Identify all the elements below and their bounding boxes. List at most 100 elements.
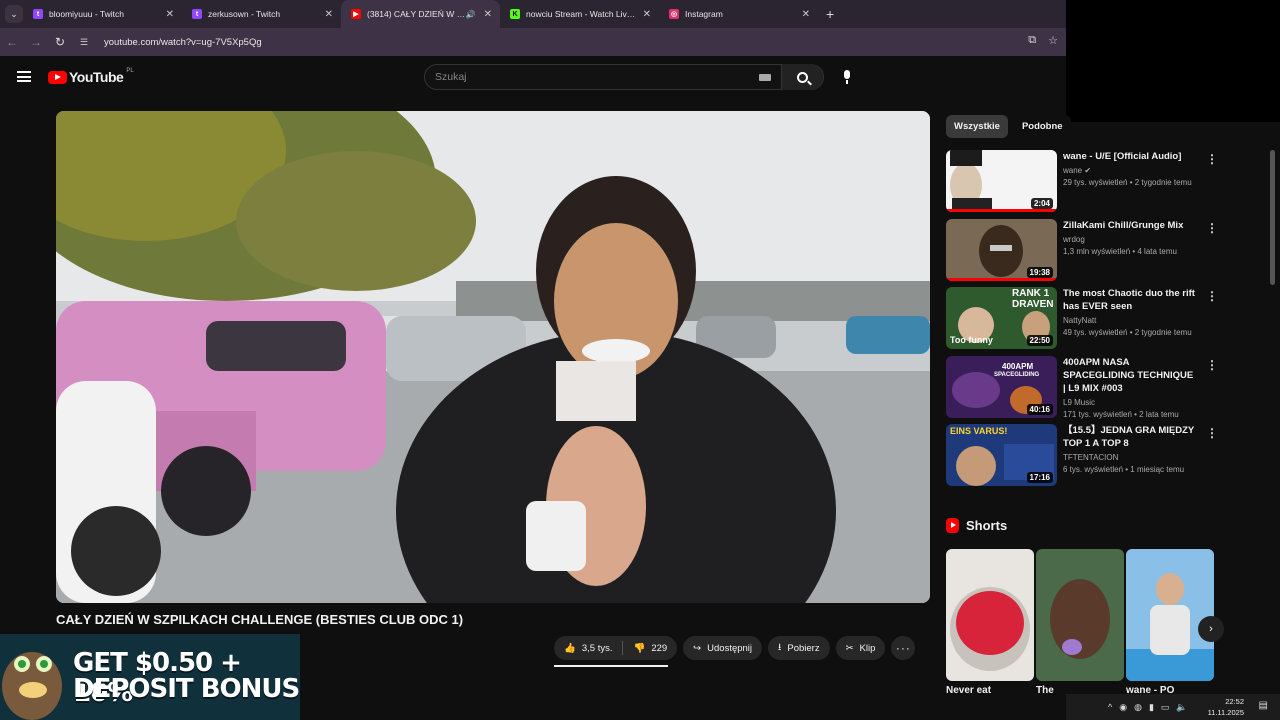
- url-field[interactable]: ☰ youtube.com/watch?v=ug-7V5Xp5Qg: [80, 31, 1066, 53]
- recommendation-item[interactable]: EINS VARUS! 17:16 【15.5】JEDNA GRA MIĘDZY…: [946, 424, 1221, 493]
- kick-icon: K: [510, 9, 520, 19]
- short-item[interactable]: [1036, 549, 1124, 681]
- kebab-menu-icon[interactable]: ⋮: [1206, 426, 1218, 440]
- shorts-icon: [946, 518, 959, 533]
- app-tray-icon[interactable]: ◍: [1134, 702, 1142, 713]
- bookmark-star-icon[interactable]: ☆: [1048, 34, 1058, 47]
- search-button[interactable]: [781, 64, 823, 90]
- rec-channel: TFTENTACION: [1063, 453, 1119, 462]
- kebab-menu-icon[interactable]: ⋮: [1206, 358, 1218, 372]
- microphone-icon[interactable]: [842, 70, 852, 84]
- video-thumbnail[interactable]: RANK 1 DRAVEN Too funny 22:50: [946, 287, 1057, 349]
- dislike-count: 229: [651, 642, 668, 654]
- twitch-icon: t: [33, 9, 43, 19]
- video-thumbnail[interactable]: 19:38: [946, 218, 1057, 281]
- thumbs-up-icon: 👍: [564, 642, 576, 654]
- share-label: Udostępnij: [707, 642, 753, 654]
- kebab-menu-icon[interactable]: ⋮: [1206, 289, 1218, 303]
- windows-taskbar: ^ ◉ ◍ ▮ ▭ 🔈 22:52 11.11.2025 ▤: [1066, 694, 1280, 720]
- recommendation-item[interactable]: 2:04 wane - U/E [Official Audio] wane ✔ …: [946, 150, 1221, 219]
- video-title: CAŁY DZIEŃ W SZPILKACH CHALLENGE (BESTIE…: [56, 612, 464, 627]
- chip-all[interactable]: Wszystkie: [946, 115, 1008, 138]
- network-icon[interactable]: ▭: [1161, 702, 1170, 713]
- tab-title: Instagram: [685, 9, 723, 19]
- clip-button[interactable]: ✂ Klip: [835, 636, 886, 660]
- speaker-icon[interactable]: 🔊: [466, 10, 476, 19]
- discord-icon[interactable]: ◉: [1119, 702, 1127, 713]
- short-item[interactable]: [946, 549, 1034, 681]
- rec-title: 400APM NASA SPACEGLIDING TECHNIQUE | L9 …: [1063, 356, 1194, 394]
- download-label: Pobierz: [787, 642, 820, 654]
- more-actions-button[interactable]: ···: [891, 636, 916, 660]
- video-thumbnail[interactable]: 400APM SPACEGLIDING 40:16: [946, 355, 1057, 418]
- tab[interactable]: K nowciu Stream - Watch Live on Kick ✕: [500, 0, 659, 28]
- video-player[interactable]: [56, 111, 930, 603]
- url-text: youtube.com/watch?v=ug-7V5Xp5Qg: [104, 36, 262, 48]
- short-thumbnail: [1126, 549, 1214, 681]
- tab-title: zerkusown - Twitch: [208, 9, 281, 19]
- site-info-icon[interactable]: ☰: [80, 37, 94, 48]
- short-item[interactable]: [1126, 549, 1214, 681]
- search-icon: [797, 71, 808, 83]
- kebab-menu-icon[interactable]: ⋮: [1206, 221, 1218, 235]
- tab-active[interactable]: ▶ (3814) CAŁY DZIEŃ W SZPILKACH CHALLENG…: [341, 0, 500, 28]
- duration: 2:04: [1030, 198, 1053, 209]
- video-thumbnail[interactable]: 2:04: [946, 150, 1057, 212]
- search-input[interactable]: Szukaj: [425, 71, 759, 83]
- rec-title: The most Chaotic duo the rift has EVER s…: [1063, 288, 1195, 312]
- back-icon[interactable]: ←: [0, 35, 24, 49]
- close-icon[interactable]: ✕: [484, 9, 492, 20]
- recommendation-item[interactable]: 400APM SPACEGLIDING 40:16 400APM NASA SP…: [946, 355, 1221, 425]
- install-icon[interactable]: ⧉: [1028, 34, 1036, 47]
- clock-date: 11.11.2025: [1207, 708, 1244, 717]
- tab[interactable]: ◎ Instagram ✕: [659, 0, 818, 28]
- tab-title: bloomiyuuu - Twitch: [49, 9, 124, 19]
- close-icon[interactable]: ✕: [643, 9, 651, 20]
- chevron-up-icon[interactable]: ^: [1108, 702, 1112, 713]
- forward-icon[interactable]: →: [24, 35, 48, 49]
- dislike-button[interactable]: 👎 229: [623, 643, 677, 654]
- microphone-icon[interactable]: ▮: [1149, 702, 1154, 713]
- volume-icon[interactable]: 🔈: [1176, 702, 1187, 713]
- reload-icon[interactable]: ↻: [48, 35, 72, 49]
- new-tab-button[interactable]: +: [826, 6, 834, 22]
- like-button[interactable]: 👍 3,5 tys.: [554, 643, 622, 654]
- rec-title: wane - U/E [Official Audio]: [1063, 151, 1182, 162]
- share-button[interactable]: ↪ Udostępnij: [683, 636, 763, 660]
- address-bar: ← → ↻ ☰ youtube.com/watch?v=ug-7V5Xp5Qg …: [0, 28, 1066, 56]
- short-caption: Never eat: [946, 685, 992, 696]
- close-icon[interactable]: ✕: [325, 9, 333, 20]
- recommendations-list: 2:04 wane - U/E [Official Audio] wane ✔ …: [946, 150, 1221, 493]
- watch-progress: [946, 209, 1057, 212]
- menu-icon[interactable]: [17, 71, 31, 82]
- rec-meta: 29 tys. wyświetleń • 2 tygodnie temu: [1063, 178, 1192, 187]
- logo-text: YouTube: [69, 69, 124, 85]
- rec-meta: 1,3 mln wyświetleń • 4 lata temu: [1063, 246, 1177, 256]
- clock[interactable]: 22:52 11.11.2025: [1208, 696, 1244, 718]
- youtube-logo[interactable]: YouTube PL: [48, 68, 134, 85]
- notification-icon[interactable]: ▤: [1259, 700, 1268, 711]
- tab[interactable]: t bloomiyuuu - Twitch ✕: [23, 0, 182, 28]
- shorts-next-button[interactable]: ›: [1198, 616, 1224, 642]
- recommendation-item[interactable]: 19:38 ZillaKami Chill/Grunge Mix wrdog 1…: [946, 218, 1221, 288]
- video-thumbnail[interactable]: EINS VARUS! 17:16: [946, 424, 1057, 486]
- download-button[interactable]: ⭳ Pobierz: [768, 636, 830, 660]
- scrollbar[interactable]: [1270, 150, 1275, 285]
- like-ratio-bar: [554, 665, 668, 667]
- close-icon[interactable]: ✕: [802, 9, 810, 20]
- tab[interactable]: t zerkusown - Twitch ✕: [182, 0, 341, 28]
- kebab-menu-icon[interactable]: ⋮: [1206, 152, 1218, 166]
- close-icon[interactable]: ✕: [166, 9, 174, 20]
- ad-banner[interactable]: GET $0.50 + 10% DEPOSIT BONUS: [0, 634, 300, 720]
- keyboard-icon[interactable]: [759, 73, 771, 81]
- recommendation-item[interactable]: RANK 1 DRAVEN Too funny 22:50 The most C…: [946, 287, 1221, 356]
- rec-channel: wane: [1063, 166, 1083, 175]
- clock-time: 22:52: [1225, 697, 1244, 706]
- short-thumbnail: [1036, 549, 1124, 681]
- tab-search-button[interactable]: ⌄: [5, 5, 23, 23]
- tab-title: nowciu Stream - Watch Live on Kick: [526, 9, 639, 19]
- thumbnail-text: RANK 1: [1012, 288, 1050, 299]
- shorts-header: Shorts: [946, 518, 1007, 533]
- chip-related[interactable]: Podobne: [1013, 115, 1071, 138]
- browser-window: ⌄ t bloomiyuuu - Twitch ✕ t zerkusown - …: [0, 0, 1066, 720]
